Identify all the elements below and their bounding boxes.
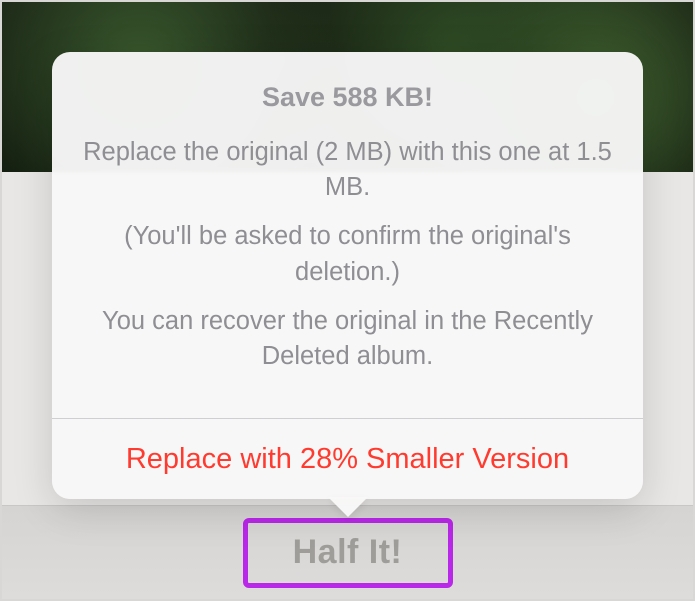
popover-body: Save 588 KB! Replace the original (2 MB)…: [52, 52, 643, 418]
popover-message-line-1: Replace the original (2 MB) with this on…: [76, 135, 619, 205]
replace-with-smaller-version-button[interactable]: Replace with 28% Smaller Version: [52, 419, 643, 499]
bottom-toolbar: Half It!: [2, 505, 693, 599]
action-sheet-popover: Save 588 KB! Replace the original (2 MB)…: [52, 52, 643, 499]
half-it-button[interactable]: Half It!: [293, 533, 403, 572]
popover-message-line-2: (You'll be asked to confirm the original…: [76, 219, 619, 289]
popover-arrow-icon: [328, 497, 368, 517]
popover-title: Save 588 KB!: [76, 82, 619, 113]
popover-message-line-3: You can recover the original in the Rece…: [76, 304, 619, 374]
